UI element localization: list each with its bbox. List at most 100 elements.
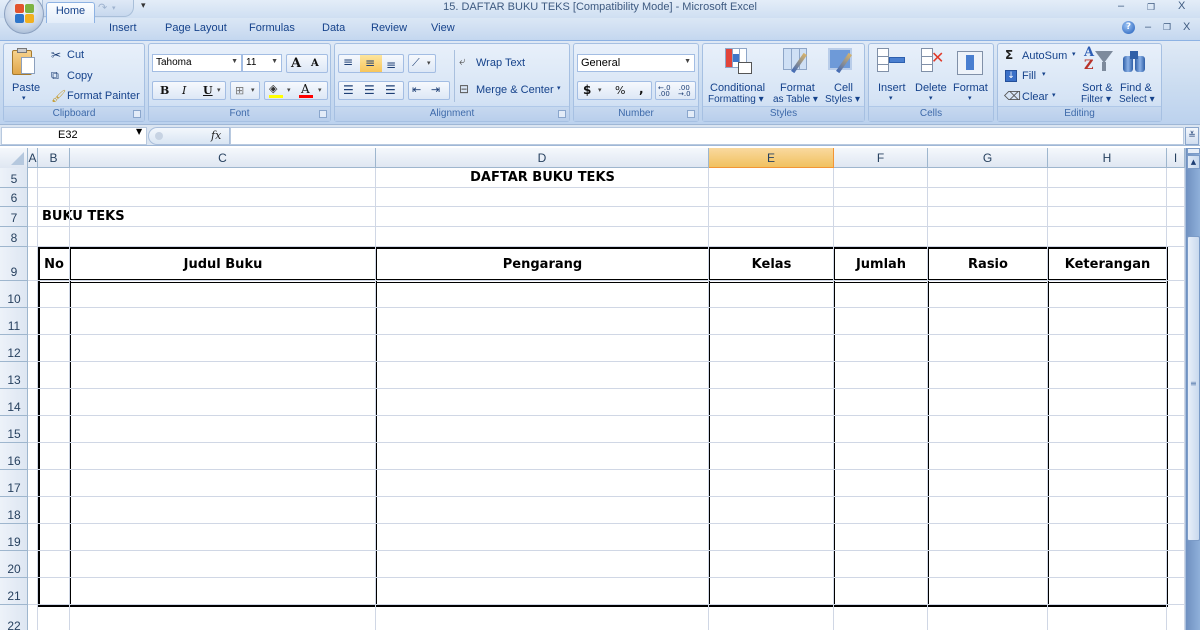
column-header-I[interactable]: I [1167, 148, 1185, 168]
orientation-button[interactable]: ⟋ ▾ [408, 54, 436, 73]
table-header-G[interactable]: Rasio [928, 247, 1048, 281]
delete-cells-button[interactable]: Delete [915, 82, 947, 94]
row-header-7[interactable]: 7 [0, 207, 28, 227]
redo-icon[interactable]: ↷ [98, 1, 107, 14]
redo-dropdown-icon[interactable]: ▾ [112, 4, 116, 12]
underline-button[interactable]: U [203, 84, 213, 97]
table-cell[interactable] [1051, 422, 1164, 436]
name-box[interactable]: E32 [1, 127, 147, 145]
table-header-D[interactable]: Pengarang [376, 247, 709, 281]
table-cell[interactable] [712, 503, 831, 517]
clear-dropdown-icon[interactable]: ▾ [1052, 91, 1056, 99]
customize-qat-icon[interactable]: ▾ [141, 1, 146, 11]
table-cell[interactable] [41, 287, 67, 301]
percent-button[interactable]: % [615, 84, 625, 97]
font-name-select[interactable]: Tahoma ▼ [152, 54, 242, 72]
help-icon[interactable]: ? [1122, 21, 1135, 34]
find-select-line1[interactable]: Find & [1120, 82, 1152, 94]
shrink-font-button[interactable]: A [311, 58, 319, 69]
worksheet-grid[interactable]: ABCDEFGHI 5 6 7 8 9 10 11 12 13 14 15 16 17 18 19 20 21 2… [0, 148, 1185, 630]
table-cell[interactable] [712, 341, 831, 355]
tab-view[interactable]: View [431, 22, 455, 34]
table-cell[interactable] [931, 530, 1045, 544]
table-cell[interactable] [931, 287, 1045, 301]
table-cell[interactable] [73, 476, 373, 490]
table-cell[interactable] [931, 557, 1045, 571]
fill-color-icon[interactable]: ◈ [269, 82, 277, 95]
grow-font-button[interactable]: A [291, 56, 301, 71]
table-cell[interactable] [931, 368, 1045, 382]
table-cell[interactable] [712, 287, 831, 301]
table-cell[interactable] [73, 314, 373, 328]
column-header-C[interactable]: C [70, 148, 376, 168]
table-cell[interactable] [379, 287, 706, 301]
row-header-19[interactable]: 19 [0, 524, 28, 551]
table-cell[interactable] [931, 314, 1045, 328]
doc-restore-button[interactable]: ❐ [1163, 22, 1171, 33]
underline-dropdown-icon[interactable]: ▾ [217, 86, 221, 94]
column-header-F[interactable]: F [834, 148, 928, 168]
table-cell[interactable] [73, 368, 373, 382]
table-cell[interactable] [379, 395, 706, 409]
align-middle-icon[interactable]: ≡ [365, 56, 375, 70]
table-cell[interactable] [837, 341, 925, 355]
table-cell[interactable] [41, 368, 67, 382]
table-cell[interactable] [1051, 503, 1164, 517]
table-cell[interactable] [837, 476, 925, 490]
format-cells-button[interactable]: Format [953, 82, 988, 94]
table-cell[interactable] [837, 557, 925, 571]
find-select-line2[interactable]: Select ▾ [1119, 94, 1155, 105]
scroll-thumb[interactable]: ≡ [1187, 236, 1200, 541]
row-header-17[interactable]: 17 [0, 470, 28, 497]
borders-button[interactable]: ⊞ ▾ [230, 81, 260, 100]
comma-button[interactable]: , [639, 82, 644, 96]
format-painter-button[interactable]: Format Painter [67, 90, 140, 102]
split-handle[interactable] [1187, 148, 1200, 154]
bold-button[interactable]: B [160, 84, 169, 97]
decrease-decimal-button[interactable]: .00 →.0 [678, 85, 691, 98]
table-cell[interactable] [837, 368, 925, 382]
column-header-D[interactable]: D [376, 148, 709, 168]
table-cell[interactable] [837, 422, 925, 436]
sort-filter-line2[interactable]: Filter ▾ [1081, 94, 1111, 105]
increase-indent-icon[interactable]: ⇥ [431, 83, 440, 96]
table-cell[interactable] [1051, 341, 1164, 355]
table-cell[interactable] [1051, 287, 1164, 301]
row-header-18[interactable]: 18 [0, 497, 28, 524]
clipboard-launcher-icon[interactable] [133, 110, 141, 118]
table-cell[interactable] [379, 557, 706, 571]
table-cell[interactable] [41, 557, 67, 571]
font-size-select[interactable]: 11 ▼ [242, 54, 282, 72]
autosum-dropdown-icon[interactable]: ▾ [1072, 50, 1076, 58]
tab-insert[interactable]: Insert [109, 22, 137, 34]
close-button[interactable]: X [1178, 0, 1185, 12]
table-cell[interactable] [379, 368, 706, 382]
table-cell[interactable] [379, 422, 706, 436]
table-cell[interactable] [931, 476, 1045, 490]
align-right-icon[interactable]: ☰ [385, 83, 396, 97]
table-cell[interactable] [712, 368, 831, 382]
table-cell[interactable] [837, 584, 925, 598]
table-cell[interactable] [712, 557, 831, 571]
table-cell[interactable] [379, 314, 706, 328]
fill-button[interactable]: Fill [1022, 70, 1036, 82]
table-header-F[interactable]: Jumlah [834, 247, 928, 281]
row-header-16[interactable]: 16 [0, 443, 28, 470]
italic-button[interactable]: I [182, 84, 186, 97]
table-cell[interactable] [73, 395, 373, 409]
table-cell[interactable] [837, 503, 925, 517]
table-cell[interactable] [712, 422, 831, 436]
copy-button[interactable]: Copy [67, 70, 93, 82]
table-cell[interactable] [41, 476, 67, 490]
table-cell[interactable] [837, 287, 925, 301]
column-header-H[interactable]: H [1048, 148, 1167, 168]
table-cell[interactable] [931, 422, 1045, 436]
clear-button[interactable]: Clear [1022, 91, 1048, 103]
doc-minimize-button[interactable]: – [1145, 21, 1151, 33]
sort-filter-line1[interactable]: Sort & [1082, 82, 1113, 94]
expand-formula-bar-icon[interactable]: ≚ [1185, 127, 1199, 145]
column-header-B[interactable]: B [38, 148, 70, 168]
table-cell[interactable] [1051, 314, 1164, 328]
table-cell[interactable] [931, 503, 1045, 517]
table-cell[interactable] [712, 530, 831, 544]
